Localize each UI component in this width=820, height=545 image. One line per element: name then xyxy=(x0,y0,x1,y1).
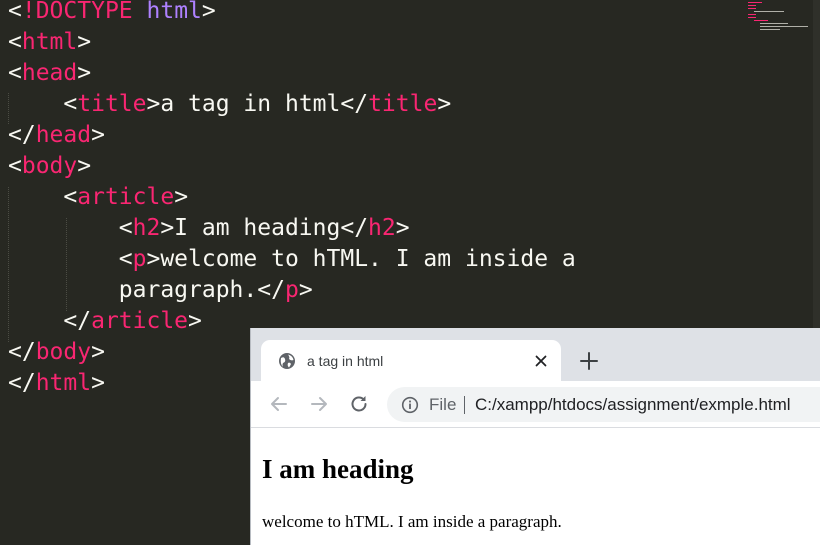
code-text: < xyxy=(8,246,133,272)
arrow-right-icon[interactable] xyxy=(307,392,331,416)
editor-scrollbar[interactable] xyxy=(813,0,820,330)
code-text: </ xyxy=(8,122,36,148)
code-text: > xyxy=(77,153,92,179)
indent-guide xyxy=(66,218,67,311)
browser-window: a tag in html File C:/xampp/htdocs/assig… xyxy=(250,328,820,545)
code-text: > xyxy=(174,184,189,210)
code-line: <p>welcome to hTML. I am inside a xyxy=(8,244,576,275)
code-text: < xyxy=(8,91,78,117)
code-text: > xyxy=(91,339,105,365)
page-paragraph: welcome to hTML. I am inside a paragraph… xyxy=(262,512,562,531)
code-text: > xyxy=(77,29,92,55)
page-heading: I am heading xyxy=(262,454,414,484)
url-text[interactable]: C:/xampp/htdocs/assignment/exmple.html xyxy=(475,395,791,415)
code-token: article xyxy=(77,184,175,210)
code-text: > xyxy=(201,0,216,24)
code-token: html xyxy=(35,370,92,396)
code-text: >I am heading</ xyxy=(160,215,369,241)
code-token: !DOCTYPE xyxy=(21,0,133,24)
reload-icon[interactable] xyxy=(347,392,371,416)
code-text: </ xyxy=(8,339,36,365)
globe-icon xyxy=(278,352,296,370)
code-line: <body> xyxy=(8,151,91,182)
code-text: < xyxy=(8,184,78,210)
browser-tab[interactable]: a tag in html xyxy=(261,340,561,381)
code-text: > xyxy=(188,308,202,334)
code-text: >welcome to hTML. I am inside a xyxy=(146,246,576,272)
code-token: p xyxy=(284,277,299,303)
code-token: html xyxy=(21,29,78,55)
tab-strip: a tag in html xyxy=(251,328,820,381)
code-token: p xyxy=(132,246,147,272)
code-token: article xyxy=(91,308,189,334)
code-line: <!DOCTYPE html> xyxy=(8,0,216,27)
indent-guide xyxy=(8,187,9,342)
code-line: <h2>I am heading</h2> xyxy=(8,213,410,244)
code-text: > xyxy=(437,91,452,117)
code-token: h2 xyxy=(368,215,396,241)
code-token: title xyxy=(368,91,438,117)
code-text: > xyxy=(77,60,92,86)
page-content: I am heading welcome to hTML. I am insid… xyxy=(251,428,820,545)
plus-icon[interactable] xyxy=(578,350,600,372)
code-line: paragraph.</p> xyxy=(8,275,313,306)
close-icon[interactable] xyxy=(531,351,551,371)
code-text: </ xyxy=(8,370,36,396)
code-token: html xyxy=(146,0,202,24)
code-text: >a tag in html</ xyxy=(146,91,369,117)
code-text: < xyxy=(8,153,22,179)
code-token: h2 xyxy=(132,215,161,241)
indent-guide xyxy=(8,93,9,124)
code-line: <article> xyxy=(8,182,188,213)
scheme-label: File xyxy=(429,395,457,414)
minimap[interactable] xyxy=(744,0,816,32)
code-text: </ xyxy=(8,308,92,334)
info-icon[interactable] xyxy=(401,396,419,414)
code-token: title xyxy=(77,91,147,117)
code-line: <head> xyxy=(8,58,91,89)
code-line: <title>a tag in html</title> xyxy=(8,89,451,120)
code-text: > xyxy=(91,370,105,396)
code-text: > xyxy=(91,122,105,148)
code-token: body xyxy=(35,339,92,365)
code-line: </html> xyxy=(8,368,105,399)
code-text: < xyxy=(8,215,133,241)
code-line: </body> xyxy=(8,337,105,368)
arrow-left-icon[interactable] xyxy=(267,392,291,416)
browser-toolbar: File C:/xampp/htdocs/assignment/exmple.h… xyxy=(251,381,820,428)
code-token: body xyxy=(21,153,78,179)
code-text: > xyxy=(298,277,313,303)
code-line: </article> xyxy=(8,306,202,337)
address-bar[interactable]: File C:/xampp/htdocs/assignment/exmple.h… xyxy=(387,387,820,422)
code-token: head xyxy=(21,60,78,86)
code-token: head xyxy=(35,122,92,148)
code-text: < xyxy=(8,60,22,86)
code-text: > xyxy=(395,215,410,241)
address-separator xyxy=(464,396,465,414)
code-line: </head> xyxy=(8,120,105,151)
code-text: < xyxy=(8,29,22,55)
code-text: < xyxy=(8,0,22,24)
code-line: <html> xyxy=(8,27,91,58)
code-text: paragraph.</ xyxy=(8,277,285,303)
tab-title: a tag in html xyxy=(307,353,384,369)
